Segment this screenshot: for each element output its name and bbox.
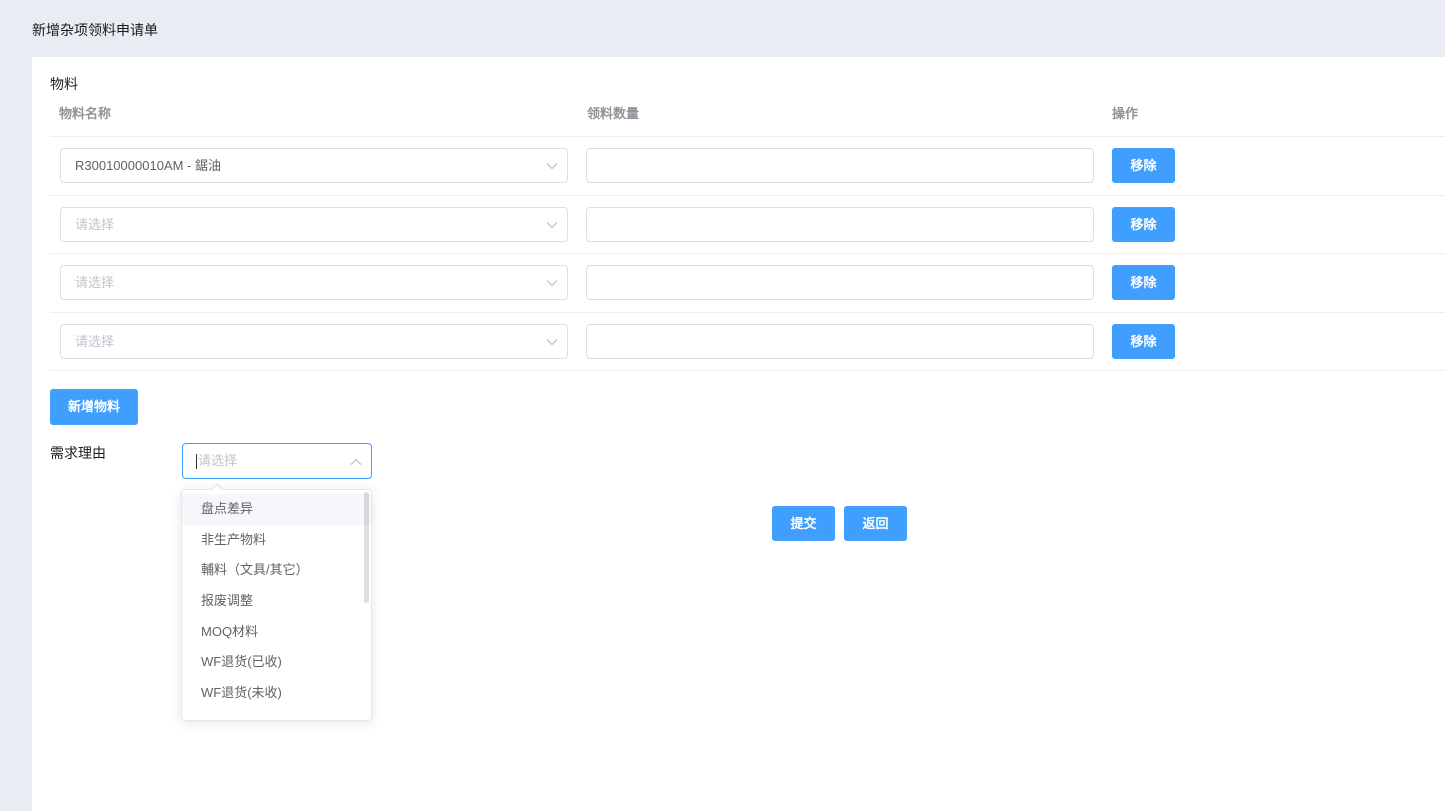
material-select-placeholder: 请选择 <box>75 333 115 349</box>
reason-option[interactable]: 輔料（文具/其它） <box>182 555 371 586</box>
reason-select-placeholder: 请选择 <box>198 453 238 468</box>
column-header-quantity: 领料数量 <box>587 106 640 121</box>
material-select-value: R30010000010AM - 鋸油 <box>75 158 221 173</box>
reason-option[interactable]: 报废调整 <box>182 586 371 617</box>
quantity-input[interactable] <box>586 265 1094 300</box>
chevron-down-icon <box>546 163 558 170</box>
reason-option[interactable]: WF退货(未收) <box>182 678 371 709</box>
materials-table-body: R30010000010AM - 鋸油 移除 请选择 移除 请选择 移除 请选择… <box>50 137 1445 371</box>
reason-option[interactable]: 盘点差异 <box>182 494 371 525</box>
quantity-input[interactable] <box>586 206 1094 242</box>
reason-select[interactable]: 请选择 <box>182 443 372 479</box>
quantity-input[interactable] <box>586 148 1094 183</box>
table-row: 请选择 移除 <box>50 313 1445 371</box>
reason-option-list: 盘点差异 非生产物料 輔料（文具/其它） 报废调整 MOQ材料 WF退货(已收)… <box>182 494 371 709</box>
remove-button[interactable]: 移除 <box>1112 148 1175 183</box>
reason-label: 需求理由 <box>50 445 106 461</box>
material-select[interactable]: R30010000010AM - 鋸油 <box>60 148 568 183</box>
page-title: 新增杂项领料申请单 <box>32 22 158 38</box>
table-row: R30010000010AM - 鋸油 移除 <box>50 137 1445 196</box>
material-select-placeholder: 请选择 <box>75 216 115 232</box>
dropdown-scrollbar-thumb[interactable] <box>364 492 369 603</box>
reason-option[interactable]: 非生产物料 <box>182 525 371 556</box>
remove-button[interactable]: 移除 <box>1112 323 1175 359</box>
remove-button[interactable]: 移除 <box>1112 265 1175 300</box>
table-row: 请选择 移除 <box>50 254 1445 313</box>
column-header-material-name: 物料名称 <box>59 106 112 121</box>
dropdown-arrow-fill <box>212 484 222 490</box>
column-header-action: 操作 <box>1112 106 1139 121</box>
quantity-input[interactable] <box>586 323 1094 359</box>
back-button[interactable]: 返回 <box>844 506 907 541</box>
materials-section-label: 物料 <box>50 76 78 92</box>
add-material-button[interactable]: 新增物料 <box>50 389 138 425</box>
chevron-down-icon <box>546 221 558 228</box>
submit-button[interactable]: 提交 <box>772 506 835 541</box>
material-select[interactable]: 请选择 <box>60 323 568 359</box>
chevron-up-icon <box>350 458 362 465</box>
reason-option[interactable]: MOQ材料 <box>182 617 371 648</box>
material-select[interactable]: 请选择 <box>60 206 568 242</box>
chevron-down-icon <box>546 280 558 287</box>
remove-button[interactable]: 移除 <box>1112 206 1175 242</box>
text-caret <box>196 454 197 469</box>
reason-dropdown: 盘点差异 非生产物料 輔料（文具/其它） 报废调整 MOQ材料 WF退货(已收)… <box>181 489 372 721</box>
chevron-down-icon <box>546 338 558 345</box>
material-select-placeholder: 请选择 <box>75 275 115 290</box>
reason-option[interactable]: WF退货(已收) <box>182 647 371 678</box>
table-row: 请选择 移除 <box>50 196 1445 254</box>
material-select[interactable]: 请选择 <box>60 265 568 300</box>
